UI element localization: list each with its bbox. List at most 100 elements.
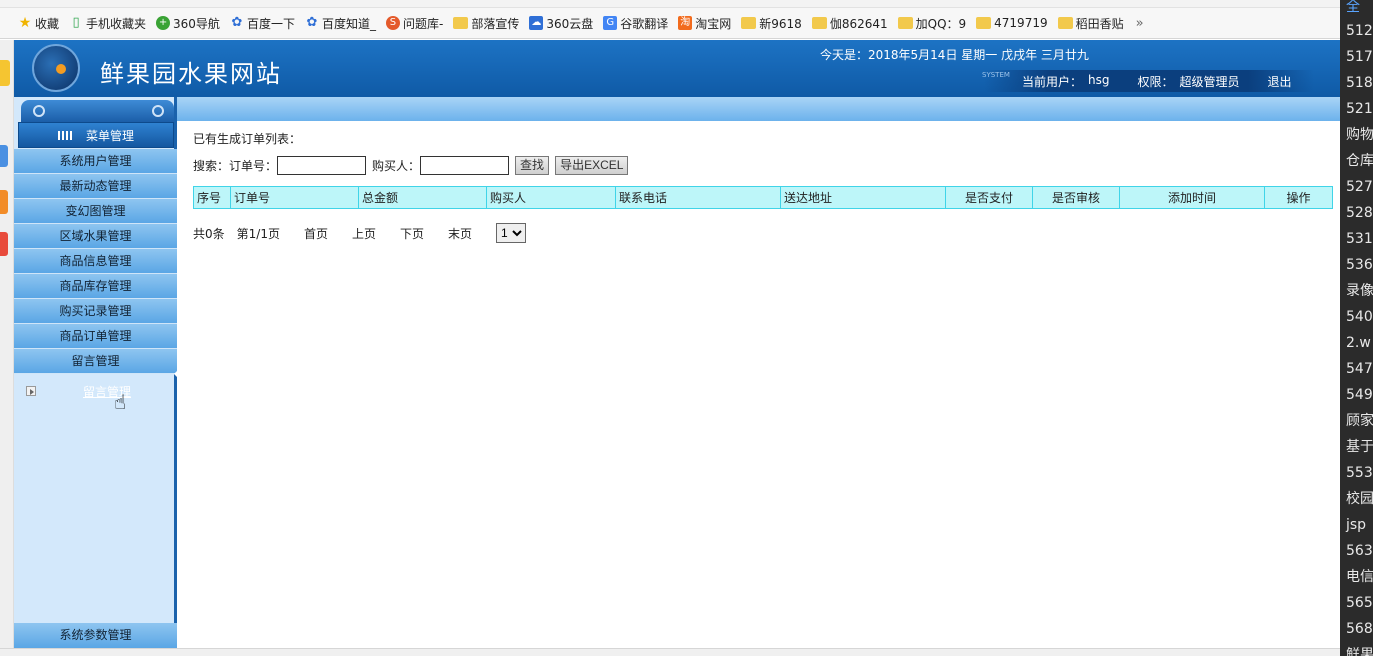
header-sub-bar — [14, 97, 1340, 121]
right-panel-item[interactable]: 517 — [1340, 44, 1373, 70]
menu-item[interactable]: 变幻图管理 — [14, 199, 177, 224]
right-panel-item[interactable]: 528 — [1340, 200, 1373, 226]
left-menu: 菜单管理 系统用户管理 最新动态管理 变幻图管理 区域水果管理 商品信息管理 商品库存管理… — [14, 97, 177, 656]
right-panel-item[interactable]: 563 — [1340, 538, 1373, 564]
baidu-paw-icon: ✿ — [306, 15, 318, 30]
bookmark-item[interactable]: 伽862641 — [811, 15, 888, 32]
right-panel-item[interactable]: 购物 — [1340, 122, 1373, 148]
next-page-link[interactable]: 下页 — [400, 225, 424, 242]
right-panel-item[interactable]: 518 — [1340, 70, 1373, 96]
menu-item-system-params[interactable]: 系统参数管理 — [14, 623, 177, 648]
search-button[interactable]: 查找 — [515, 156, 550, 175]
bookmark-label: 新9618 — [759, 16, 802, 31]
bookmark-item[interactable]: 加QQ：9 — [897, 15, 967, 32]
column-header: 联系电话 — [615, 186, 781, 209]
right-panel-item[interactable]: 2.w — [1340, 330, 1373, 356]
bookmark-item[interactable]: 部落宣传 — [453, 15, 519, 32]
bookmark-label: 稻田香贴 — [1075, 16, 1124, 31]
grid-icon — [57, 130, 72, 140]
right-panel-item[interactable]: 565 — [1340, 590, 1373, 616]
bookmark-item[interactable]: +360导航 — [156, 15, 220, 32]
bookmark-label: 360云盘 — [546, 16, 594, 31]
right-panel-item[interactable]: 540 — [1340, 304, 1373, 330]
bookmark-label: 加QQ：9 — [915, 16, 967, 31]
submenu-item[interactable]: 留言管理 — [26, 381, 176, 401]
bookmark-item[interactable]: G 谷歌翻译 — [603, 15, 668, 32]
bookmark-item[interactable]: 新9618 — [741, 15, 802, 32]
bookmark-item[interactable]: S 问题库- — [385, 15, 443, 32]
side-app-icon[interactable] — [0, 190, 8, 214]
bookmarks-more-button[interactable]: » — [1136, 16, 1144, 31]
menu-item[interactable]: 商品库存管理 — [14, 274, 177, 299]
folder-icon — [976, 17, 992, 29]
right-panel-item[interactable]: 顾家 — [1340, 408, 1373, 434]
bookmark-label: 百度知道_ — [321, 16, 376, 31]
last-page-link[interactable]: 末页 — [448, 225, 472, 242]
right-panel-item[interactable]: 553 — [1340, 460, 1373, 486]
bookmark-label: 百度一下 — [246, 16, 295, 31]
right-panel-item[interactable]: 547 — [1340, 356, 1373, 382]
right-panel-item[interactable]: 531 — [1340, 226, 1373, 252]
right-panel-item[interactable]: 仓库 — [1340, 148, 1373, 174]
right-panel-item[interactable]: 录像 — [1340, 278, 1373, 304]
side-app-icon[interactable] — [0, 145, 8, 167]
right-panel-item[interactable]: jsp — [1340, 512, 1373, 538]
logout-link[interactable]: 退出 — [1268, 73, 1292, 90]
first-page-link[interactable]: 首页 — [304, 225, 328, 242]
menu-item[interactable]: 系统用户管理 — [14, 149, 177, 174]
menu-item[interactable]: 商品订单管理 — [14, 324, 177, 349]
column-header: 订单号 — [230, 186, 359, 209]
search-row: 搜索： 订单号： 购买人： 查找 导出EXCEL — [193, 156, 634, 175]
menu-item[interactable]: 最新动态管理 — [14, 174, 177, 199]
page-select[interactable]: 1 — [496, 223, 527, 243]
right-panel-item[interactable]: 校园 — [1340, 486, 1373, 512]
bookmark-item[interactable]: ▯ 手机收藏夹 — [69, 15, 146, 32]
nav360-icon: + — [156, 16, 171, 30]
google-translate-icon: G — [603, 16, 618, 30]
column-header: 操作 — [1264, 186, 1333, 209]
bookmark-item[interactable]: 稻田香贴 — [1057, 15, 1124, 32]
bookmark-item[interactable]: 淘淘宝网 — [678, 15, 731, 32]
folder-icon — [453, 17, 469, 29]
bookmark-item[interactable]: ✿ 百度一下 — [230, 15, 295, 32]
buyer-input[interactable] — [420, 156, 510, 175]
bookmark-item[interactable]: 4719719 — [976, 16, 1048, 30]
right-panel-item[interactable]: 基于 — [1340, 434, 1373, 460]
right-panel-item[interactable]: 536 — [1340, 252, 1373, 278]
menu-item[interactable]: 购买记录管理 — [14, 299, 177, 324]
menu-item[interactable]: 商品信息管理 — [14, 249, 177, 274]
bookmark-item[interactable]: ☁ 360云盘 — [529, 15, 593, 32]
right-panel-item[interactable]: 鲜果 — [1340, 642, 1373, 656]
menu-item[interactable]: 留言管理 — [14, 349, 177, 374]
expand-arrow-icon — [26, 386, 36, 396]
right-panel-item[interactable]: 568 — [1340, 616, 1373, 642]
site-logo — [32, 44, 80, 92]
role-label: 权限： — [1137, 75, 1174, 89]
right-panel-top[interactable]: 全 — [1340, 0, 1373, 18]
main-content: 已有生成订单列表： 搜索： 订单号： 购买人： 查找 导出EXCEL 序号 订单号… — [180, 121, 1340, 656]
bookmark-item[interactable]: ★ 收藏 — [18, 15, 59, 32]
right-panel-item[interactable]: 512 — [1340, 18, 1373, 44]
current-user: hsg — [1088, 73, 1110, 87]
export-excel-button[interactable]: 导出EXCEL — [555, 156, 629, 175]
bookmark-label: 手机收藏夹 — [86, 16, 147, 31]
menu-title[interactable]: 菜单管理 — [18, 122, 174, 148]
menu-item[interactable]: 区域水果管理 — [14, 224, 177, 249]
cloud-icon: ☁ — [529, 16, 544, 30]
menu-items: 系统用户管理 最新动态管理 变幻图管理 区域水果管理 商品信息管理 商品库存管理 购买记录管… — [14, 149, 177, 374]
prev-page-link[interactable]: 上页 — [352, 225, 376, 242]
right-panel-item[interactable]: 527 — [1340, 174, 1373, 200]
user-info: 当前用户： hsg 权限： 超级管理员 退出 — [1022, 73, 1292, 90]
order-no-input[interactable] — [277, 156, 367, 175]
right-panel-item[interactable]: 549 — [1340, 382, 1373, 408]
right-panel-item[interactable]: 电信 — [1340, 564, 1373, 590]
side-app-icon[interactable] — [0, 232, 8, 256]
bookmark-bar: ★ 收藏 ▯ 手机收藏夹 +360导航 ✿ 百度一下 ✿ 百度知道_ S 问题库- 部落宣传 ☁ 360云… — [0, 8, 1340, 39]
folder-icon — [741, 17, 757, 29]
pager: 共0条 第1/1页 首页 上页 下页 末页 1 — [193, 223, 527, 243]
folder-icon — [1057, 17, 1073, 29]
bookmark-item[interactable]: ✿ 百度知道_ — [305, 15, 376, 32]
browser-top-strip — [0, 0, 1340, 8]
side-app-icon[interactable] — [0, 60, 10, 86]
right-panel-item[interactable]: 521 — [1340, 96, 1373, 122]
